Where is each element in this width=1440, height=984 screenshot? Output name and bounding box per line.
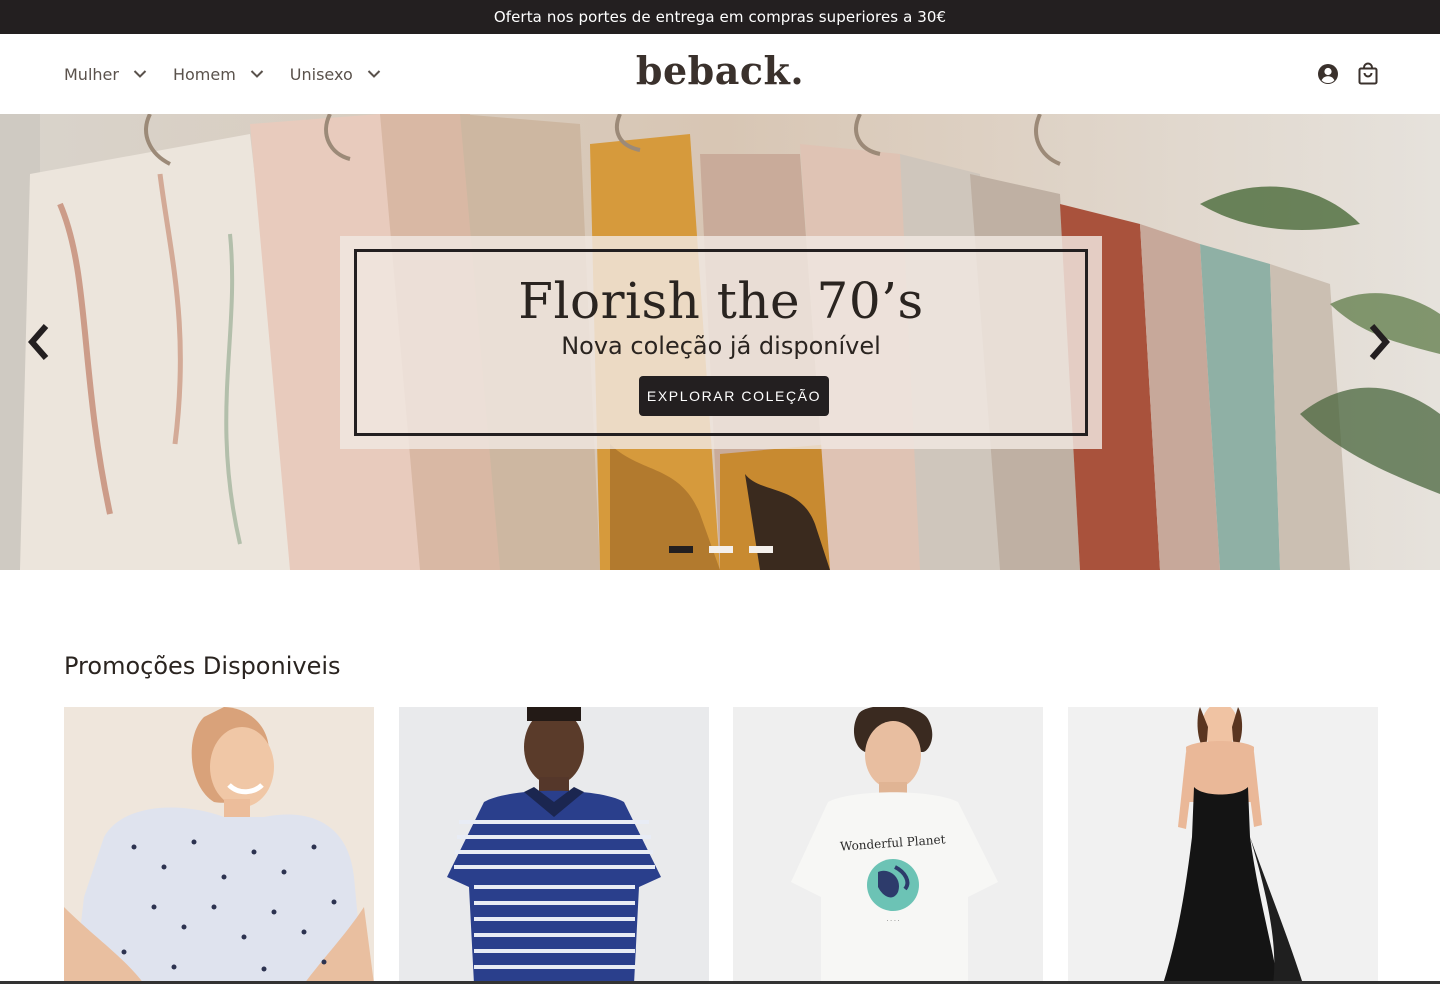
hero-frame: Florish the 70’s Nova coleção já disponí… [354, 249, 1088, 436]
carousel-indicators [669, 546, 789, 553]
carousel-dot-2[interactable] [709, 546, 733, 553]
product-card-man-printed-tshirt[interactable]: Wonderful Planet · · · · [733, 707, 1043, 984]
promo-banner-text: Oferta nos portes de entrega em compras … [493, 8, 947, 26]
svg-text:· · · ·: · · · · [886, 918, 899, 925]
product-card-woman-black-dress[interactable] [1067, 707, 1378, 984]
hero-title: Florish the 70’s [518, 272, 924, 330]
hero-subtitle: Nova coleção já disponível [561, 332, 881, 360]
chevron-right-icon [1369, 324, 1390, 360]
carousel-prev-button[interactable] [24, 320, 54, 364]
carousel-dot-3[interactable] [749, 546, 773, 553]
cart-button[interactable] [1356, 62, 1380, 86]
site-header: Mulher Homem Unisexo beback. [0, 34, 1440, 114]
product-image [64, 707, 374, 984]
explore-collection-button[interactable]: EXPLORAR COLEÇÃO [639, 376, 829, 416]
product-card-man-striped-polo[interactable] [398, 707, 709, 984]
shopping-bag-icon [1358, 62, 1378, 85]
product-image [398, 707, 709, 984]
carousel-dot-1[interactable] [669, 546, 693, 553]
promo-banner: Oferta nos portes de entrega em compras … [0, 0, 1440, 34]
account-button[interactable] [1316, 62, 1340, 86]
product-grid: Wonderful Planet · · · · [64, 707, 1402, 984]
carousel-next-button[interactable] [1364, 320, 1394, 364]
product-image [1067, 707, 1378, 984]
product-image: Wonderful Planet · · · · [733, 707, 1043, 984]
hero-carousel: Florish the 70’s Nova coleção já disponí… [0, 114, 1440, 570]
product-card-woman-dotted-shirt[interactable] [64, 707, 374, 984]
site-logo[interactable]: beback. [0, 48, 1440, 93]
promotions-title: Promoções Disponiveis [64, 652, 341, 680]
chevron-left-icon [28, 324, 49, 360]
header-actions [1300, 62, 1380, 86]
hero-overlay-box: Florish the 70’s Nova coleção já disponí… [340, 236, 1102, 449]
account-icon [1318, 64, 1338, 84]
